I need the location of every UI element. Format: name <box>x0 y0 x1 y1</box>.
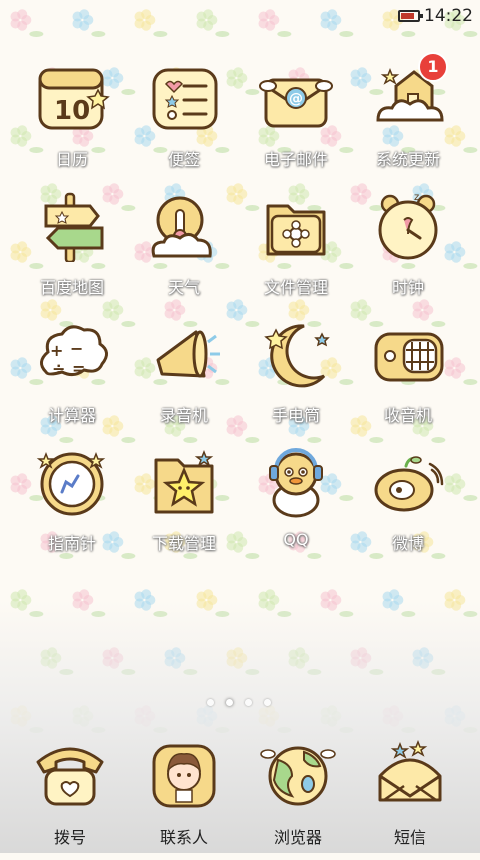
compass-icon <box>36 451 106 516</box>
app-calendar[interactable]: 10 日历 <box>12 64 132 184</box>
dock-label: 联系人 <box>159 828 208 847</box>
page-dot[interactable] <box>264 699 271 706</box>
mail-icon: @ <box>259 78 333 128</box>
app-label: 微博 <box>391 534 424 553</box>
app-label: 文件管理 <box>263 278 328 297</box>
megaphone-icon <box>156 330 220 378</box>
folder-icon <box>266 204 326 256</box>
app-calculator[interactable]: + − ÷ = 计算器 <box>12 320 132 440</box>
dock-messages[interactable]: 短信 <box>350 740 470 860</box>
app-qq[interactable]: QQ <box>236 448 356 568</box>
svg-text:10: 10 <box>54 96 90 126</box>
app-label: 系统更新 <box>375 150 440 169</box>
dock-browser[interactable]: 浏览器 <box>238 740 358 860</box>
app-flashlight[interactable]: 手电筒 <box>236 320 356 440</box>
app-label: 便签 <box>167 150 200 169</box>
page-dot-active[interactable] <box>226 699 233 706</box>
app-recorder[interactable]: 录音机 <box>124 320 244 440</box>
signpost-icon <box>44 192 104 262</box>
app-label: 录音机 <box>159 406 208 425</box>
svg-text:=: = <box>72 359 85 378</box>
app-label: QQ <box>283 530 309 549</box>
app-label: 天气 <box>167 278 200 297</box>
telephone-icon <box>36 747 104 806</box>
dock-label: 短信 <box>393 828 426 847</box>
app-file-manager[interactable]: 文件管理 <box>236 192 356 312</box>
svg-text:÷: ÷ <box>52 359 65 378</box>
app-clock[interactable]: z 时钟 <box>348 192 468 312</box>
app-label: 手电筒 <box>271 406 320 425</box>
svg-text:−: − <box>70 339 83 358</box>
envelope-icon <box>378 740 442 802</box>
contact-girl-icon <box>152 744 216 808</box>
app-system-update[interactable]: 1 系统更新 <box>348 52 468 184</box>
weibo-icon <box>374 456 444 512</box>
page-indicator <box>0 699 480 709</box>
page-dot[interactable] <box>245 699 252 706</box>
dock-contacts[interactable]: 联系人 <box>124 740 244 860</box>
notification-badge: 1 <box>418 52 448 82</box>
app-notes[interactable]: 便签 <box>124 64 244 184</box>
app-label: 百度地图 <box>39 278 104 297</box>
dock-label: 拨号 <box>53 828 86 847</box>
status-time: 14:22 <box>424 6 473 26</box>
notes-icon <box>152 68 218 130</box>
app-weibo[interactable]: 微博 <box>348 448 468 568</box>
app-label: 计算器 <box>47 406 96 425</box>
page-dot[interactable] <box>207 699 214 706</box>
app-email[interactable]: @ 电子邮件 <box>236 64 356 184</box>
app-radio[interactable]: 收音机 <box>348 320 468 440</box>
svg-text:@: @ <box>289 91 303 107</box>
app-weather[interactable]: 天气 <box>124 192 244 312</box>
penguin-icon <box>269 448 323 518</box>
app-label: 日历 <box>55 150 88 169</box>
dock-dialer[interactable]: 拨号 <box>10 740 130 860</box>
dock-label: 浏览器 <box>273 828 322 847</box>
calendar-icon: 10 <box>38 68 110 130</box>
status-bar: 14:22 <box>0 0 480 34</box>
svg-text:z: z <box>414 192 419 203</box>
app-label: 收音机 <box>383 406 432 425</box>
app-label: 指南针 <box>47 534 96 553</box>
sun-cloud-icon <box>151 196 212 258</box>
globe-icon <box>260 746 336 806</box>
star-folder-icon <box>154 449 214 514</box>
app-label: 电子邮件 <box>263 150 328 169</box>
calculator-cloud-icon: + − ÷ = <box>40 325 108 378</box>
battery-icon <box>398 10 423 22</box>
app-label: 时钟 <box>391 278 424 297</box>
app-label: 下载管理 <box>151 534 216 553</box>
moon-stars-icon <box>264 324 330 388</box>
svg-text:+: + <box>50 341 63 360</box>
app-compass[interactable]: 指南针 <box>12 448 132 568</box>
radio-icon <box>374 332 444 382</box>
app-baidu-map[interactable]: 百度地图 <box>12 192 132 312</box>
alarm-clock-icon: z <box>378 192 438 260</box>
app-download-manager[interactable]: 下载管理 <box>124 448 244 568</box>
